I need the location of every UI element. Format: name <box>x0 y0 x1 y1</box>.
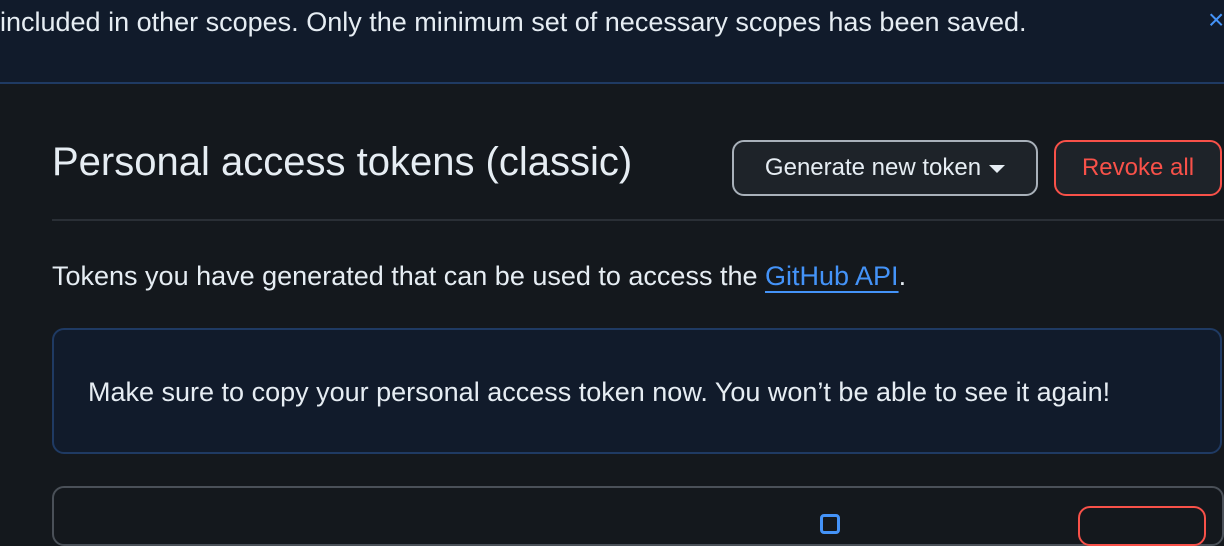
divider <box>52 219 1224 221</box>
generate-new-token-label: Generate new token <box>764 154 982 181</box>
copy-token-notice: Make sure to copy your personal access t… <box>52 328 1222 454</box>
generate-new-token-button[interactable]: Generate new token <box>732 140 1038 196</box>
description-suffix: . <box>898 261 907 291</box>
chevron-down-icon <box>989 165 1006 173</box>
page-title: Personal access tokens (classic) <box>52 140 633 184</box>
notice-message: Make sure to copy your personal access t… <box>88 377 1111 407</box>
copy-icon[interactable] <box>820 514 840 534</box>
flash-banner: included in other scopes. Only the minim… <box>0 0 1224 84</box>
revoke-all-label: Revoke all <box>1081 154 1195 181</box>
tokens-description: Tokens you have generated that can be us… <box>52 258 906 294</box>
delete-token-button[interactable] <box>1078 506 1206 546</box>
revoke-all-button[interactable]: Revoke all <box>1054 140 1222 196</box>
github-api-link[interactable]: GitHub API <box>765 261 899 291</box>
flash-message: included in other scopes. Only the minim… <box>0 7 1027 37</box>
description-text: Tokens you have generated that can be us… <box>52 261 765 291</box>
token-list-item <box>52 486 1224 546</box>
close-icon[interactable]: × <box>1208 6 1224 36</box>
